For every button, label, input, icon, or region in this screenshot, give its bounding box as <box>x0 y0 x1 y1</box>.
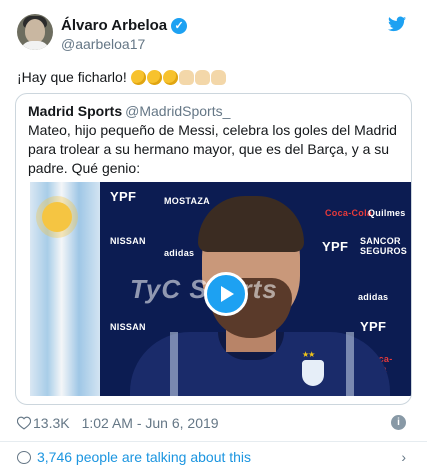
author-display-name[interactable]: Álvaro Arbeloa <box>61 17 167 35</box>
tweet-text-content: ¡Hay que ficharlo! <box>17 69 131 85</box>
jersey-stripe <box>170 332 178 396</box>
sponsor-logo-adidas-right: adidas <box>358 292 389 302</box>
quoted-handle: @MadridSports_ <box>125 103 231 119</box>
author-avatar[interactable] <box>17 14 53 50</box>
sponsor-logo-ypf-right: YPF <box>322 239 349 254</box>
play-button[interactable] <box>204 272 248 316</box>
raising-hands-emoji-icon <box>210 70 226 85</box>
avatar-shirt <box>20 41 50 50</box>
flag-sun-icon <box>42 202 72 232</box>
info-icon[interactable]: i <box>391 415 406 430</box>
tweet-timestamp[interactable]: 1:02 AM - Jun 6, 2019 <box>82 415 219 431</box>
sponsor-logo-cocacola: Coca-Cola <box>325 208 373 218</box>
conversation-link[interactable]: 3,746 people are talking about this › <box>17 448 412 466</box>
quoted-tweet[interactable]: Madrid Sports @MadridSports_ Mateo, hijo … <box>15 93 412 405</box>
jersey-stripe <box>346 332 354 396</box>
tweet-text: ¡Hay que ficharlo! <box>17 68 227 86</box>
badge-stars-icon: ★★ <box>302 350 315 359</box>
play-icon <box>221 286 234 302</box>
author-display-name-row[interactable]: Álvaro Arbeloa ✓ <box>61 17 188 35</box>
sponsor-logo-nissan-lower: NISSAN <box>110 322 146 332</box>
quoted-author: Madrid Sports @MadridSports_ <box>28 102 230 120</box>
rofl-emoji-icon <box>146 70 162 85</box>
quoted-display-name: Madrid Sports <box>28 103 123 119</box>
rofl-emoji-icon <box>162 70 178 85</box>
sponsor-logo-sancor: SANCOR SEGUROS <box>360 236 408 256</box>
tweet-meta: 13.3K 1:02 AM - Jun 6, 2019 i <box>17 414 412 432</box>
argentina-flag <box>30 182 100 396</box>
chevron-right-icon: › <box>401 449 406 465</box>
sponsor-logo-ypf: YPF <box>110 189 137 204</box>
verified-badge-icon: ✓ <box>171 18 188 34</box>
raising-hands-emoji-icon <box>194 70 210 85</box>
avatar-face <box>25 19 45 43</box>
heart-icon[interactable] <box>17 416 31 430</box>
sponsor-logo-mostaza: MOSTAZA <box>164 196 210 206</box>
quoted-text: Mateo, hijo pequeño de Messi, celebra lo… <box>28 122 397 176</box>
sponsor-logo-adidas: adidas <box>164 248 195 258</box>
video-player[interactable]: YPF MOSTAZA NISSAN adidas Coca-Cola Quil… <box>30 182 411 396</box>
conversation-link-text[interactable]: 3,746 people are talking about this <box>37 449 251 465</box>
afa-crest-icon <box>302 360 324 386</box>
like-count[interactable]: 13.3K <box>33 415 70 431</box>
author-names: Álvaro Arbeloa ✓ @aarbeloa17 <box>61 17 188 53</box>
sponsor-logo-quilmes: Quilmes <box>368 208 406 218</box>
footer-divider <box>0 441 427 442</box>
rofl-emoji-icon <box>130 70 146 85</box>
tweet-header: Álvaro Arbeloa ✓ @aarbeloa17 <box>17 14 412 54</box>
raising-hands-emoji-icon <box>178 70 194 85</box>
sponsor-logo-ypf-lower: YPF <box>360 319 387 334</box>
author-handle[interactable]: @aarbeloa17 <box>61 35 187 53</box>
twitter-bird-icon[interactable] <box>388 16 406 32</box>
reply-bubble-icon <box>17 451 31 464</box>
tweet-card: Álvaro Arbeloa ✓ @aarbeloa17 ¡Hay que fi… <box>0 0 427 470</box>
sponsor-logo-nissan: NISSAN <box>110 236 146 246</box>
